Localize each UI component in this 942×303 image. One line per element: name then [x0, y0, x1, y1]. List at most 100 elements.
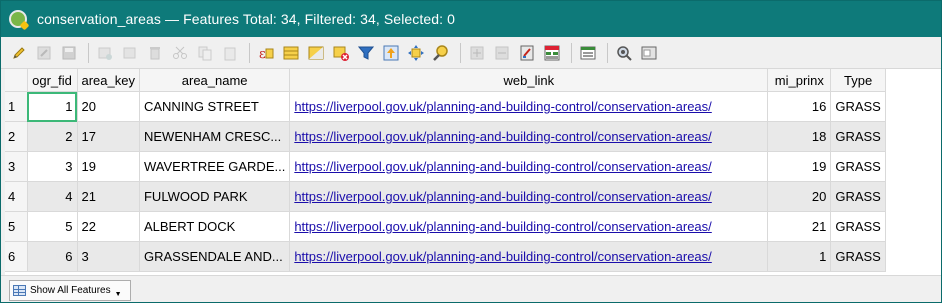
column-header-type[interactable]: Type — [830, 69, 886, 92]
toolbar-separator — [249, 42, 250, 63]
pan-to-selection-icon[interactable] — [408, 44, 424, 61]
cut-icon[interactable] — [172, 45, 188, 61]
attribute-table[interactable]: ogr_fid area_key area_name web_link mi_p… — [5, 69, 941, 275]
corner-header[interactable] — [5, 69, 28, 92]
cell-ogr-fid[interactable]: 1 — [27, 91, 78, 122]
new-field-icon[interactable] — [469, 45, 485, 61]
cell-area-name[interactable]: GRASSENDALE AND... — [139, 241, 291, 272]
deselect-all-icon[interactable] — [333, 45, 349, 61]
show-all-features-button[interactable]: Show All Features ▼ — [9, 280, 131, 301]
invert-selection-icon[interactable] — [308, 45, 324, 61]
row-header[interactable]: 3 — [5, 151, 28, 182]
cell-mi-prinx[interactable]: 20 — [767, 181, 832, 212]
row-header[interactable]: 2 — [5, 121, 28, 152]
toolbar-separator — [607, 42, 608, 63]
cell-web-link[interactable]: https://liverpool.gov.uk/planning-and-bu… — [289, 211, 769, 242]
copy-icon[interactable] — [197, 45, 213, 61]
web-link[interactable]: https://liverpool.gov.uk/planning-and-bu… — [294, 189, 711, 204]
row-header[interactable]: 4 — [5, 181, 28, 212]
cell-area-name[interactable]: ALBERT DOCK — [139, 211, 291, 242]
cell-type[interactable]: GRASS — [830, 241, 886, 272]
table-row[interactable]: 5 5 22 ALBERT DOCK https://liverpool.gov… — [5, 211, 886, 242]
cell-web-link[interactable]: https://liverpool.gov.uk/planning-and-bu… — [289, 241, 769, 272]
cell-area-key[interactable]: 22 — [77, 211, 140, 242]
cell-web-link[interactable]: https://liverpool.gov.uk/planning-and-bu… — [289, 91, 769, 122]
actions-icon[interactable] — [616, 45, 632, 61]
cell-area-key[interactable]: 20 — [77, 91, 140, 122]
web-link[interactable]: https://liverpool.gov.uk/planning-and-bu… — [294, 249, 711, 264]
cell-area-key[interactable]: 3 — [77, 241, 140, 272]
cell-ogr-fid[interactable]: 5 — [27, 211, 78, 242]
conditional-format-icon[interactable] — [544, 45, 560, 61]
field-calculator-icon[interactable] — [519, 45, 535, 61]
cell-area-name[interactable]: NEWENHAM CRESC... — [139, 121, 291, 152]
cell-web-link[interactable]: https://liverpool.gov.uk/planning-and-bu… — [289, 121, 769, 152]
toolbar-separator — [460, 42, 461, 63]
cell-type[interactable]: GRASS — [830, 91, 886, 122]
cell-area-name[interactable]: WAVERTREE GARDE... — [139, 151, 291, 182]
cell-mi-prinx[interactable]: 1 — [767, 241, 832, 272]
cell-type[interactable]: GRASS — [830, 211, 886, 242]
cell-ogr-fid[interactable]: 6 — [27, 241, 78, 272]
row-header[interactable]: 1 — [5, 91, 28, 122]
cell-web-link[interactable]: https://liverpool.gov.uk/planning-and-bu… — [289, 181, 769, 212]
row-header[interactable]: 5 — [5, 211, 28, 242]
cell-area-key[interactable]: 21 — [77, 181, 140, 212]
table-row[interactable]: 2 2 17 NEWENHAM CRESC... https://liverpo… — [5, 121, 886, 152]
cell-area-key[interactable]: 19 — [77, 151, 140, 182]
attribute-table-window: conservation_areas — Features Total: 34,… — [0, 0, 942, 303]
cell-ogr-fid[interactable]: 4 — [27, 181, 78, 212]
column-header-area-name[interactable]: area_name — [139, 69, 291, 92]
expression-select-icon[interactable]: ε — [258, 45, 274, 62]
table-row[interactable]: 4 4 21 FULWOOD PARK https://liverpool.go… — [5, 181, 886, 212]
cell-mi-prinx[interactable]: 18 — [767, 121, 832, 152]
dev-tools-icon[interactable] — [641, 45, 657, 61]
toggle-editing-icon[interactable] — [11, 45, 27, 61]
add-feature-icon[interactable] — [122, 45, 138, 61]
cell-area-name[interactable]: CANNING STREET — [139, 91, 291, 122]
delete-field-icon[interactable] — [494, 45, 510, 61]
reload-icon[interactable] — [97, 45, 113, 61]
column-header-web-link[interactable]: web_link — [289, 69, 769, 92]
cell-ogr-fid[interactable]: 2 — [27, 121, 78, 152]
attribute-toolbar: ε — [1, 37, 941, 69]
table-grid-icon — [13, 285, 26, 296]
web-link[interactable]: https://liverpool.gov.uk/planning-and-bu… — [294, 99, 711, 114]
cell-type[interactable]: GRASS — [830, 181, 886, 212]
web-link[interactable]: https://liverpool.gov.uk/planning-and-bu… — [294, 159, 711, 174]
row-header[interactable]: 6 — [5, 241, 28, 272]
delete-feature-icon[interactable] — [147, 45, 163, 61]
column-header-ogr-fid[interactable]: ogr_fid — [27, 69, 78, 92]
table-row[interactable]: 3 3 19 WAVERTREE GARDE... https://liverp… — [5, 151, 886, 182]
web-link[interactable]: https://liverpool.gov.uk/planning-and-bu… — [294, 219, 711, 234]
web-link[interactable]: https://liverpool.gov.uk/planning-and-bu… — [294, 129, 711, 144]
column-header-area-key[interactable]: area_key — [77, 69, 140, 92]
cell-area-name[interactable]: FULWOOD PARK — [139, 181, 291, 212]
dock-icon[interactable] — [580, 45, 596, 61]
window-title: conservation_areas — Features Total: 34,… — [37, 11, 456, 27]
qgis-logo-icon — [9, 10, 27, 28]
filter-select-icon[interactable] — [357, 45, 375, 61]
dropdown-arrow-icon: ▼ — [114, 291, 122, 298]
save-edits-icon[interactable] — [61, 45, 77, 61]
cell-type[interactable]: GRASS — [830, 151, 886, 182]
paste-icon[interactable] — [222, 45, 238, 61]
cell-mi-prinx[interactable]: 21 — [767, 211, 832, 242]
title-bar[interactable]: conservation_areas — Features Total: 34,… — [1, 1, 941, 37]
cell-web-link[interactable]: https://liverpool.gov.uk/planning-and-bu… — [289, 151, 769, 182]
cell-mi-prinx[interactable]: 16 — [767, 91, 832, 122]
cell-area-key[interactable]: 17 — [77, 121, 140, 152]
select-all-icon[interactable] — [283, 45, 299, 61]
table-row[interactable]: 6 6 3 GRASSENDALE AND... https://liverpo… — [5, 241, 886, 272]
cell-mi-prinx[interactable]: 19 — [767, 151, 832, 182]
move-selection-top-icon[interactable] — [383, 45, 399, 61]
multi-edit-icon[interactable] — [36, 45, 52, 61]
zoom-to-selection-icon[interactable] — [433, 44, 449, 61]
svg-text:ε: ε — [259, 47, 266, 61]
cell-type[interactable]: GRASS — [830, 121, 886, 152]
column-header-mi-prinx[interactable]: mi_prinx — [767, 69, 832, 92]
toolbar-separator — [571, 42, 572, 63]
status-bar: Show All Features ▼ — [1, 275, 941, 302]
cell-ogr-fid[interactable]: 3 — [27, 151, 78, 182]
table-row[interactable]: 1 1 20 CANNING STREET https://liverpool.… — [5, 91, 886, 122]
